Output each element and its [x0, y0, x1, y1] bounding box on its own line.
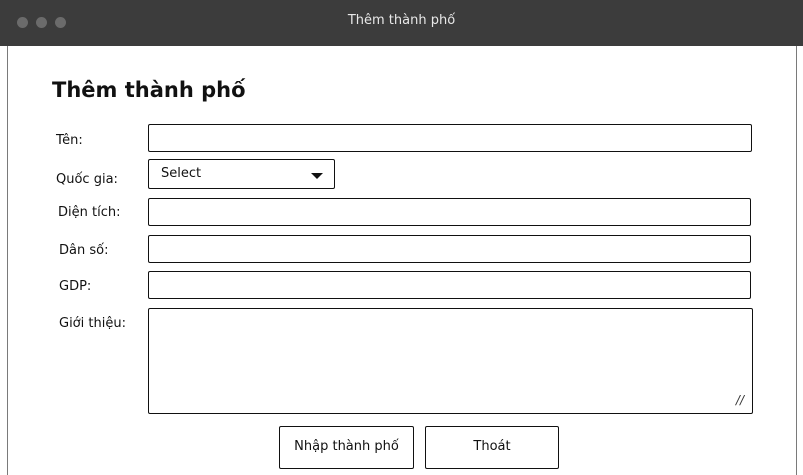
page-title: Thêm thành phố — [52, 78, 246, 102]
window-title: Thêm thành phố — [347, 13, 456, 28]
add-city-window: Thêm thành phố Thêm thành phố Tên: Quốc … — [0, 0, 803, 475]
country-select-value: Select — [161, 166, 202, 181]
gdp-label: GDP: — [59, 279, 92, 294]
name-input[interactable] — [148, 124, 752, 152]
window-titlebar: Thêm thành phố — [0, 0, 803, 46]
gdp-input[interactable] — [148, 271, 751, 299]
name-label: Tên: — [56, 133, 83, 148]
area-input[interactable] — [148, 198, 751, 226]
country-label: Quốc gia: — [56, 172, 118, 187]
intro-label: Giới thiệu: — [59, 316, 126, 331]
chevron-down-icon — [311, 173, 323, 179]
area-label: Diện tích: — [58, 205, 121, 220]
country-select[interactable]: Select — [148, 159, 335, 189]
submit-city-button[interactable]: Nhập thành phố — [279, 426, 414, 469]
population-input[interactable] — [148, 235, 751, 263]
exit-button[interactable]: Thoát — [425, 426, 559, 469]
resize-handle-icon[interactable]: // — [736, 393, 744, 407]
population-label: Dân số: — [59, 243, 109, 258]
intro-textarea[interactable]: // — [148, 308, 753, 414]
